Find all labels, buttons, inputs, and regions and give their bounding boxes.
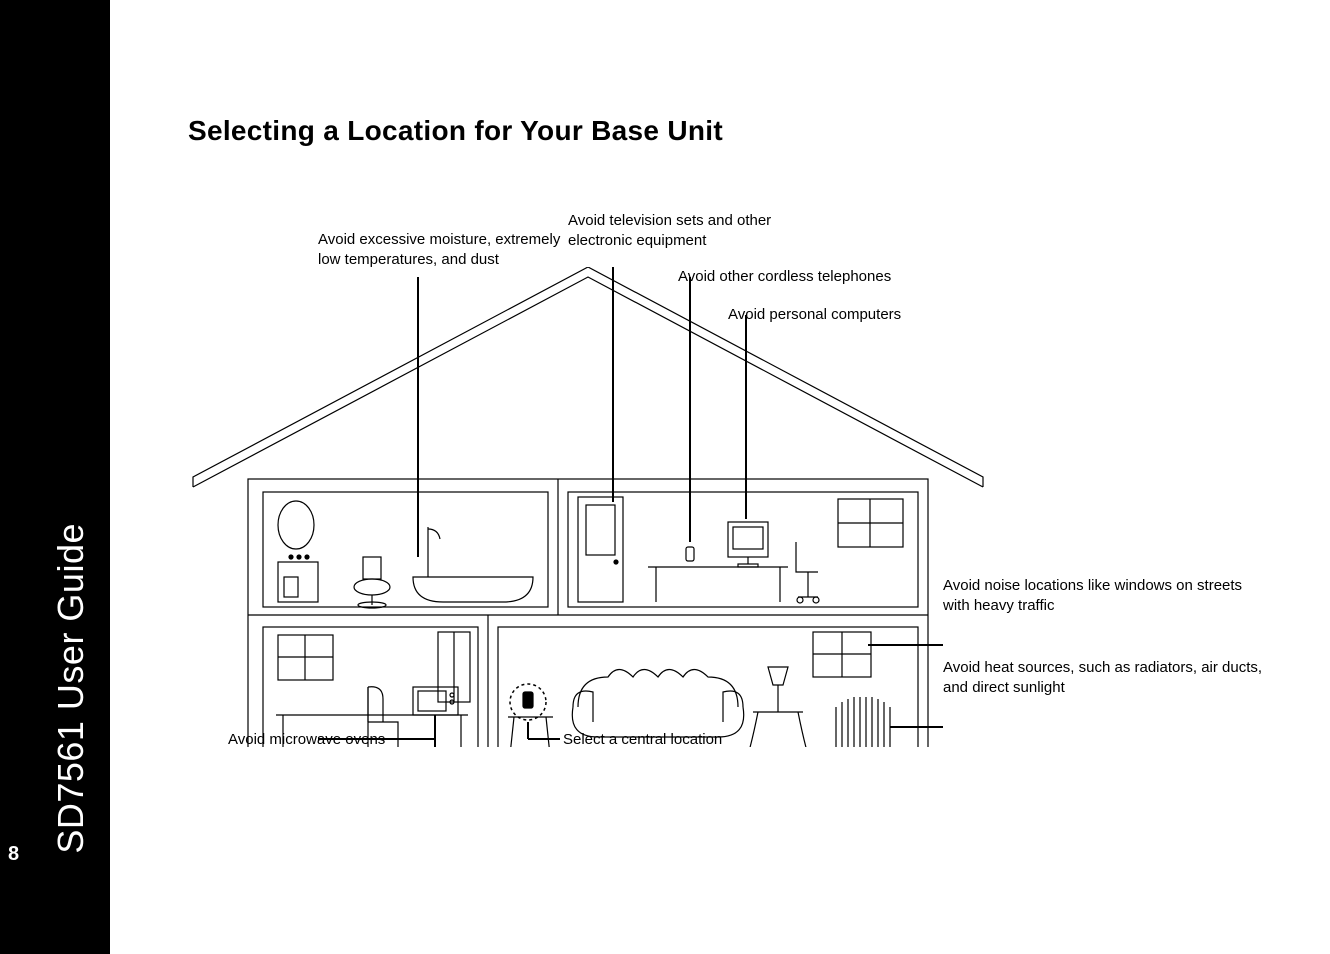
doc-title: SD7561 User Guide <box>50 523 92 854</box>
page-title: Selecting a Location for Your Base Unit <box>188 115 1300 147</box>
house-diagram: Avoid excessive moisture, extremely low … <box>188 207 1278 787</box>
callout-noise: Avoid noise locations like windows on st… <box>943 576 1263 615</box>
callout-tv: Avoid television sets and other electron… <box>568 211 788 250</box>
callout-moisture: Avoid excessive moisture, extremely low … <box>318 230 568 269</box>
house-icon <box>188 267 988 747</box>
page-number: 8 <box>8 843 19 866</box>
page-content: Selecting a Location for Your Base Unit … <box>110 0 1330 954</box>
sidebar: SD7561 User Guide 8 <box>0 0 110 954</box>
callout-heat: Avoid heat sources, such as radiators, a… <box>943 658 1283 697</box>
